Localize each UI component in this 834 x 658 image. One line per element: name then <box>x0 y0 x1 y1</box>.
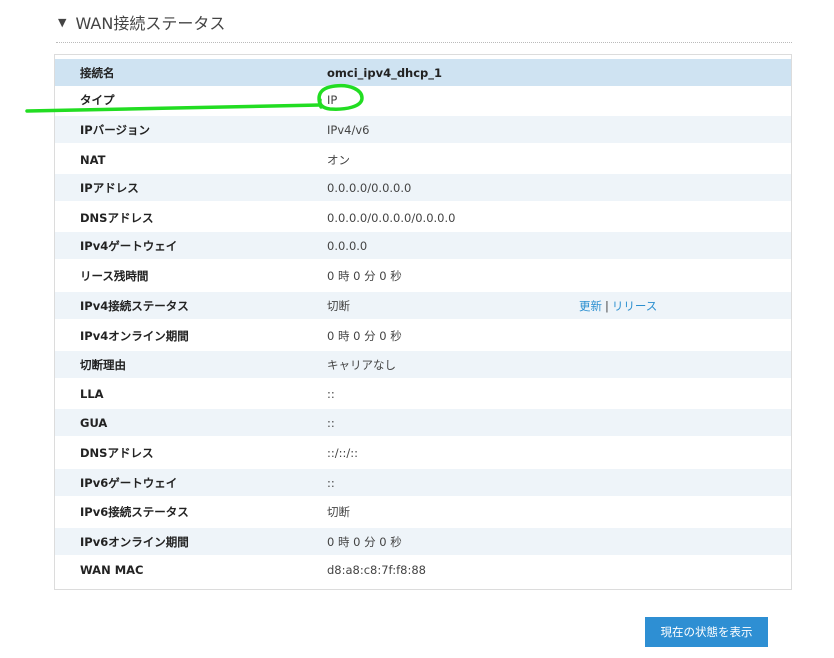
row-value: :: <box>327 386 335 401</box>
table-row: IPv4接続ステータス 切断 更新 | リリース <box>55 292 791 319</box>
table-row: 切断理由 キャリアなし <box>55 351 791 378</box>
row-value: 0.0.0.0 <box>327 238 368 253</box>
row-value: d8:a8:c8:7f:f8:88 <box>327 562 426 577</box>
row-value: オン <box>327 152 350 167</box>
row-label: 接続名 <box>80 65 115 80</box>
row-label: IPバージョン <box>80 122 150 137</box>
row-value: omci_ipv4_dhcp_1 <box>327 65 443 80</box>
row-label: DNSアドレス <box>80 210 154 225</box>
row-value: 0 時 0 分 0 秒 <box>327 534 402 549</box>
collapse-triangle-icon[interactable]: ▼ <box>58 16 66 29</box>
table-row: リース残時間 0 時 0 分 0 秒 <box>55 262 791 289</box>
row-value: ::/::/:: <box>327 445 358 460</box>
table-row: IPv6接続ステータス 切断 <box>55 498 791 525</box>
row-label: GUA <box>80 415 108 430</box>
table-row: LLA :: <box>55 380 791 407</box>
table-row: GUA :: <box>55 409 791 436</box>
release-link[interactable]: リリース <box>612 299 657 313</box>
section-title: WAN接続ステータス <box>75 14 226 33</box>
row-label: 切断理由 <box>80 357 126 372</box>
row-label: リース残時間 <box>80 268 149 283</box>
row-value: 0 時 0 分 0 秒 <box>327 328 402 343</box>
row-value: :: <box>327 415 335 430</box>
table-row: タイプ IP <box>55 86 791 113</box>
row-label: DNSアドレス <box>80 445 154 460</box>
show-current-status-button[interactable]: 現在の状態を表示 <box>645 617 768 647</box>
row-value: キャリアなし <box>327 357 396 372</box>
row-label: IPv4接続ステータス <box>80 298 189 313</box>
row-label: LLA <box>80 386 104 401</box>
wan-status-table: 接続名 omci_ipv4_dhcp_1 タイプ IP IPバージョン IPv4… <box>54 54 792 590</box>
row-value: IP <box>327 92 338 107</box>
table-row: DNSアドレス 0.0.0.0/0.0.0.0/0.0.0.0 <box>55 204 791 231</box>
section-header[interactable]: ▼ WAN接続ステータス <box>58 10 225 34</box>
table-row: IPバージョン IPv4/v6 <box>55 116 791 143</box>
table-row: IPv4オンライン期間 0 時 0 分 0 秒 <box>55 322 791 349</box>
table-row: WAN MAC d8:a8:c8:7f:f8:88 <box>55 556 791 583</box>
row-value: :: <box>327 475 335 490</box>
row-label: IPv4オンライン期間 <box>80 328 189 343</box>
table-row: IPv4ゲートウェイ 0.0.0.0 <box>55 232 791 259</box>
row-label: タイプ <box>80 92 115 107</box>
renew-link[interactable]: 更新 <box>579 299 602 313</box>
row-value: 切断 <box>327 298 350 313</box>
row-value: 0.0.0.0/0.0.0.0 <box>327 180 412 195</box>
row-label: WAN MAC <box>80 562 144 577</box>
table-row: NAT オン <box>55 146 791 173</box>
row-label: NAT <box>80 152 106 167</box>
row-value: 0.0.0.0/0.0.0.0/0.0.0.0 <box>327 210 456 225</box>
table-row: DNSアドレス ::/::/:: <box>55 439 791 466</box>
row-label: IPv6ゲートウェイ <box>80 475 178 490</box>
ipv4-actions: 更新 | リリース <box>579 298 657 314</box>
row-value: IPv4/v6 <box>327 122 370 137</box>
row-value: 切断 <box>327 504 350 519</box>
row-label: IPv4ゲートウェイ <box>80 238 178 253</box>
row-value: 0 時 0 分 0 秒 <box>327 268 402 283</box>
table-row: IPv6ゲートウェイ :: <box>55 469 791 496</box>
action-separator: | <box>605 298 609 313</box>
row-label: IPアドレス <box>80 180 139 195</box>
row-label: IPv6接続ステータス <box>80 504 189 519</box>
table-row: IPアドレス 0.0.0.0/0.0.0.0 <box>55 174 791 201</box>
row-label: IPv6オンライン期間 <box>80 534 189 549</box>
table-row: 接続名 omci_ipv4_dhcp_1 <box>55 59 791 86</box>
section-divider <box>56 42 792 43</box>
table-row: IPv6オンライン期間 0 時 0 分 0 秒 <box>55 528 791 555</box>
